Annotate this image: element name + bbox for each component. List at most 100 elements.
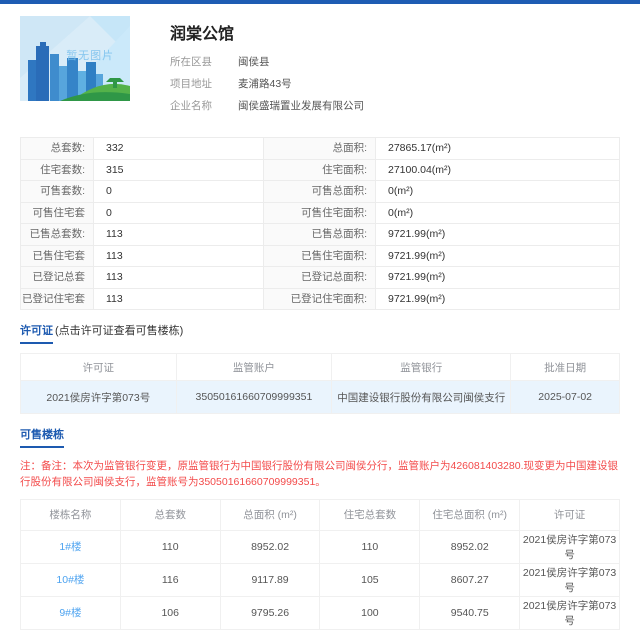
building-link[interactable]: 9#楼 xyxy=(59,607,81,619)
stat-value: 27865.17(m²) xyxy=(388,142,452,155)
stat-value: 0 xyxy=(94,181,264,202)
residential-area-cell: 9540.75 xyxy=(419,595,521,630)
page-container: 暂无图片 润棠公馆 所在区县 闽侯县 项目地址 麦浦路43号 企业名称 闽侯盛瑞… xyxy=(0,16,640,630)
buildings-table: 楼栋名称 总套数 总面积 (m²) 住宅总套数 住宅总面积 (m²) 许可证 1… xyxy=(20,498,620,630)
building-name-cell: 10#楼 xyxy=(20,562,121,597)
license-section-head: 许可证 (点击许可证查看可售楼栋) xyxy=(20,325,620,345)
stat-value: 0 xyxy=(94,202,264,224)
license-table-header-row: 许可证 监管账户 监管银行 批准日期 xyxy=(20,353,620,382)
stat-value: 113 xyxy=(94,245,264,267)
col-header-approval-date: 批准日期 xyxy=(510,353,620,382)
supervision-change-note: 注：备注：本次为监管银行变更，原监管银行为中国银行股份有限公司闽侯分行，监管账户… xyxy=(20,460,618,488)
col-header-total-units: 总套数 xyxy=(119,498,221,531)
info-value: 闽侯盛瑞置业发展有限公司 xyxy=(238,100,364,113)
stat-label: 住宅面积: xyxy=(264,159,376,181)
total-units-cell: 110 xyxy=(119,529,221,564)
project-stats-grid: 总套数: 332 总面积: 27865.17(m²) 住宅套数: 315 住宅面… xyxy=(20,137,620,311)
approval-date-cell: 2025-07-02 xyxy=(510,380,620,415)
col-header-supervision-bank: 监管银行 xyxy=(331,353,512,382)
stats-row: 可售住宅套数: 0 可售住宅面积: 0(m²) xyxy=(21,202,619,225)
stats-row: 已售总套数: 113 已售总面积: 9721.99(m²) xyxy=(21,224,619,246)
stat-label: 可售住宅面积: xyxy=(264,202,376,224)
supervision-bank-cell: 中国建设银行股份有限公司闽侯支行 xyxy=(331,380,512,415)
col-header-residential-area: 住宅总面积 (m²) xyxy=(419,498,521,531)
residential-units-cell: 110 xyxy=(319,529,421,564)
building-name-cell: 9#楼 xyxy=(20,595,121,630)
total-units-cell: 116 xyxy=(119,562,221,597)
stat-value: 0(m²) xyxy=(388,206,414,219)
top-accent-bar xyxy=(0,0,640,4)
residential-units-cell: 105 xyxy=(319,562,421,597)
info-label: 企业名称 xyxy=(170,100,212,113)
buildings-table-header-row: 楼栋名称 总套数 总面积 (m²) 住宅总套数 住宅总面积 (m²) 许可证 xyxy=(20,498,620,531)
residential-area-cell: 8952.02 xyxy=(419,529,521,564)
stat-value: 9721.99(m²) xyxy=(388,249,446,262)
stat-value: 113 xyxy=(94,288,264,310)
stat-label: 可售总面积: xyxy=(264,181,376,202)
info-label: 所在区县 xyxy=(170,56,212,68)
stats-row: 可售套数: 0 可售总面积: 0(m²) xyxy=(21,181,619,203)
building-link[interactable]: 1#楼 xyxy=(59,541,81,553)
project-info: 润棠公馆 所在区县 闽侯县 项目地址 麦浦路43号 企业名称 闽侯盛瑞置业发展有… xyxy=(170,16,364,123)
stat-label: 已登记总面积: xyxy=(264,267,376,288)
license-cell: 2021侯房许字第073号 xyxy=(519,562,620,597)
stat-value: 113 xyxy=(94,224,264,245)
stat-label: 总面积: xyxy=(264,138,376,159)
total-units-cell: 106 xyxy=(119,595,221,630)
info-row-company: 企业名称 闽侯盛瑞置业发展有限公司 xyxy=(170,101,364,113)
license-cell: 2021侯房许字第073号 xyxy=(519,595,620,630)
license-section-subtitle: (点击许可证查看可售楼栋) xyxy=(55,325,184,338)
stat-label: 已售住宅套数: xyxy=(21,245,94,267)
license-table-row[interactable]: 2021侯房许字第073号 35050161660709999351 中国建设银… xyxy=(20,380,620,415)
no-image-watermark-text: 暂无图片 xyxy=(66,49,115,62)
license-number-cell[interactable]: 2021侯房许字第073号 xyxy=(20,380,177,415)
total-area-cell: 9795.26 xyxy=(219,595,321,630)
total-area-cell: 9117.89 xyxy=(219,562,321,597)
stat-label: 已登记总套数: xyxy=(21,267,94,288)
stat-label: 已售总面积: xyxy=(264,224,376,245)
building-row: 10#楼 116 9117.89 105 8607.27 2021侯房许字第07… xyxy=(20,562,620,597)
col-header-total-area: 总面积 (m²) xyxy=(219,498,321,531)
license-cell: 2021侯房许字第073号 xyxy=(519,529,620,564)
stat-label: 已售总套数: xyxy=(21,224,94,245)
info-row-district: 所在区县 闽侯县 xyxy=(170,56,364,69)
stats-row: 总套数: 332 总面积: 27865.17(m²) xyxy=(21,138,619,160)
stat-value: 9721.99(m²) xyxy=(388,271,446,284)
stat-label: 住宅套数: xyxy=(21,159,94,181)
stat-value: 27100.04(m²) xyxy=(388,163,452,176)
stat-label: 已登记住宅套数: xyxy=(21,288,94,310)
buildings-section-title: 可售楼栋 xyxy=(20,430,64,449)
project-header: 暂无图片 润棠公馆 所在区县 闽侯县 项目地址 麦浦路43号 企业名称 闽侯盛瑞… xyxy=(20,16,620,123)
info-value: 闽侯县 xyxy=(238,56,270,68)
info-row-address: 项目地址 麦浦路43号 xyxy=(170,78,364,91)
building-name-cell: 1#楼 xyxy=(20,529,121,564)
col-header-building-name: 楼栋名称 xyxy=(20,498,121,531)
col-header-supervision-account: 监管账户 xyxy=(175,353,333,382)
no-image-thumbnail: 暂无图片 xyxy=(20,16,130,101)
supervision-account-cell: 35050161660709999351 xyxy=(175,380,333,415)
stats-row: 已登记住宅套数: 113 已登记住宅面积: 9721.99(m²) xyxy=(21,288,619,311)
building-row: 1#楼 110 8952.02 110 8952.02 2021侯房许字第073… xyxy=(20,529,620,564)
stat-label: 已售住宅面积: xyxy=(264,245,376,267)
info-label: 项目地址 xyxy=(170,78,212,91)
stat-label: 已登记住宅面积: xyxy=(264,288,376,310)
building-link[interactable]: 10#楼 xyxy=(56,574,84,586)
residential-units-cell: 100 xyxy=(319,595,421,630)
stat-label: 可售套数: xyxy=(21,181,94,202)
stat-value: 113 xyxy=(94,267,264,288)
project-title: 润棠公馆 xyxy=(170,26,235,43)
total-area-cell: 8952.02 xyxy=(219,529,321,564)
col-header-residential-units: 住宅总套数 xyxy=(319,498,421,531)
info-value: 麦浦路43号 xyxy=(238,78,292,91)
stat-value: 9721.99(m²) xyxy=(388,228,446,241)
license-section-title: 许可证 xyxy=(20,326,53,345)
stat-value: 315 xyxy=(94,159,264,181)
stat-label: 总套数: xyxy=(21,138,94,159)
building-row: 9#楼 106 9795.26 100 9540.75 2021侯房许字第073… xyxy=(20,595,620,630)
stats-row: 已售住宅套数: 113 已售住宅面积: 9721.99(m²) xyxy=(21,245,619,268)
residential-area-cell: 8607.27 xyxy=(419,562,521,597)
buildings-section-head: 可售楼栋 xyxy=(20,430,620,449)
col-header-license: 许可证 xyxy=(20,353,177,382)
license-table: 许可证 监管账户 监管银行 批准日期 2021侯房许字第073号 3505016… xyxy=(20,353,620,415)
stat-value: 9721.99(m²) xyxy=(388,292,446,305)
